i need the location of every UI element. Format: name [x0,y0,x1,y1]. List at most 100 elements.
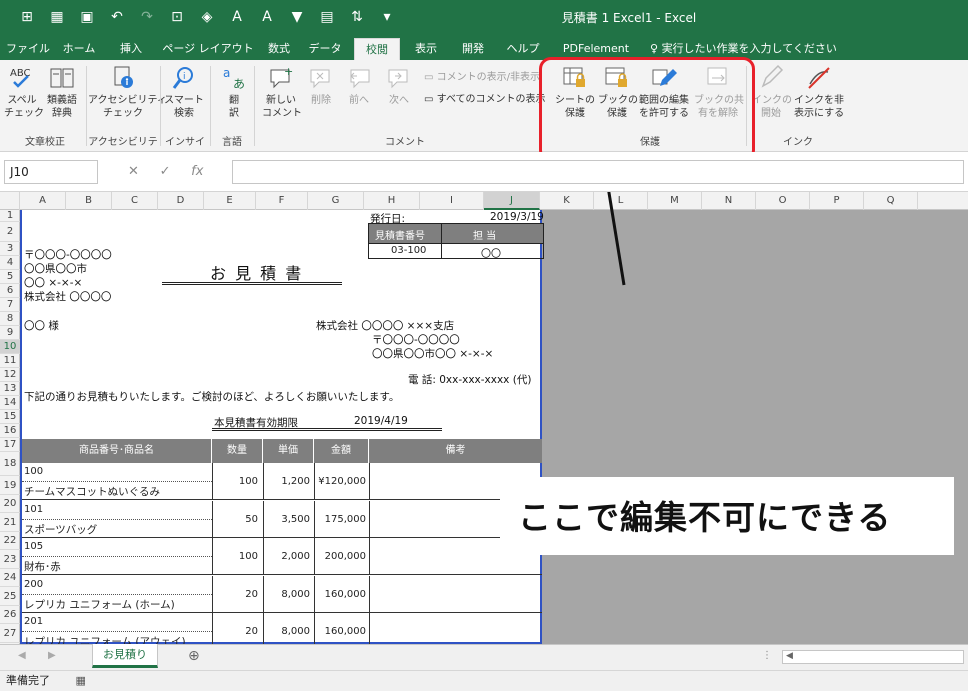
column-header-l[interactable]: L [594,192,648,210]
row-header-9[interactable]: 9 [0,326,20,340]
column-header-b[interactable]: B [66,192,112,210]
show-all-comments-button[interactable]: ▭ すべてのコメントの表示 [424,90,546,105]
row-header-24[interactable]: 24 [0,569,20,587]
column-header-k[interactable]: K [540,192,594,210]
translate-button[interactable]: aあ 翻 訳 [218,64,250,120]
enter-icon[interactable]: ✓ [160,164,171,179]
tab-review[interactable]: 校閲 [354,38,400,60]
column-header-i[interactable]: I [420,192,484,210]
tab-data[interactable]: データ [304,38,346,60]
header-unit-price: 単価 [263,439,314,463]
row-header-5[interactable]: 5 [0,270,20,284]
svg-text:あ: あ [233,77,245,91]
item-amount: 160,000 [324,626,366,637]
row-header-25[interactable]: 25 [0,587,20,606]
delete-comment-button[interactable]: 削除 [304,64,338,107]
row-header-17[interactable]: 17 [0,438,20,452]
protect-group-highlight [539,57,755,162]
row-header-6[interactable]: 6 [0,284,20,298]
client-postal: 〒〇〇〇-〇〇〇〇 [24,249,112,261]
accessibility-icon [114,66,133,88]
row-header-7[interactable]: 7 [0,298,20,312]
column-header-c[interactable]: C [112,192,158,210]
column-header-d[interactable]: D [158,192,204,210]
insert-function-icon[interactable]: fx [191,164,203,179]
column-header-o[interactable]: O [756,192,810,210]
column-header-a[interactable]: A [20,192,66,210]
accessibility-check-button[interactable]: アクセシビリティ チェック [88,64,167,120]
start-inking-button[interactable]: インクの 開始 [752,64,792,120]
formula-input[interactable] [232,160,964,184]
column-header-m[interactable]: M [648,192,702,210]
tab-insert[interactable]: 挿入 [110,38,152,60]
tab-formulas[interactable]: 数式 [262,38,296,60]
column-header-g[interactable]: G [308,192,364,210]
row-header-12[interactable]: 12 [0,368,20,382]
row-header-14[interactable]: 14 [0,396,20,410]
row-header-27[interactable]: 27 [0,624,20,643]
column-header-f[interactable]: F [256,192,308,210]
horizontal-scrollbar[interactable]: ◀ [782,650,964,664]
name-box[interactable]: J10 [4,160,98,184]
row-header-10[interactable]: 10 [0,340,20,354]
window-title: 見積書 1 Excel1 - Excel [561,11,697,25]
row-header-21[interactable]: 21 [0,513,20,532]
row-header-19[interactable]: 19 [0,476,20,495]
row-header-22[interactable]: 22 [0,532,20,550]
select-all-corner[interactable] [0,192,20,210]
greeting: 下記の通りお見積もりいたします。ご検討のほど、よろしくお願いいたします。 [24,391,400,403]
row-header-11[interactable]: 11 [0,354,20,368]
macro-record-icon[interactable]: ▦ [76,674,86,687]
smart-lookup-button[interactable]: i スマート 検索 [164,64,204,120]
row-header-18[interactable]: 18 [0,452,20,476]
previous-comment-button[interactable]: 前へ [342,64,376,107]
spell-check-button[interactable]: ABC スペル チェック [4,64,44,120]
sheet-tab-estimate[interactable]: お見積り [92,644,158,668]
table-row: 101 スポーツバッグ 50 3,500 175,000 [22,500,542,538]
item-qty: 100 [238,551,258,562]
tab-view[interactable]: 表示 [408,38,444,60]
more-options-icon[interactable]: ⋮ [762,650,772,661]
column-header-q[interactable]: Q [864,192,918,210]
item-unit-price: 8,000 [281,626,310,637]
row-header-15[interactable]: 15 [0,410,20,424]
row-header-4[interactable]: 4 [0,256,20,270]
column-header-e[interactable]: E [204,192,256,210]
tab-page-layout[interactable]: ページ レイアウト [160,38,256,60]
next-sheet-icon[interactable]: ▶ [48,650,56,661]
header-qty: 数量 [212,439,263,463]
scroll-left-icon[interactable]: ◀ [786,651,793,661]
cell-divider [369,538,370,575]
column-header-n[interactable]: N [702,192,756,210]
tab-developer[interactable]: 開発 [452,38,494,60]
column-header-p[interactable]: P [810,192,864,210]
column-header-h[interactable]: H [364,192,420,210]
row-header-3[interactable]: 3 [0,242,20,256]
thesaurus-button[interactable]: 類義語 辞典 [44,64,80,120]
tab-help[interactable]: ヘルプ [500,38,546,60]
estimate-page: 発行日: 2019/3/19 見積書番号 担 当 03-100 〇〇 〒〇〇〇-… [20,210,544,644]
add-sheet-icon[interactable]: ⊕ [188,648,200,664]
person-label: 担 当 [473,231,497,242]
row-header-16[interactable]: 16 [0,424,20,438]
issue-date: 2019/3/19 [490,211,544,223]
column-header-j[interactable]: J [484,192,540,210]
tab-home[interactable]: ホーム [56,38,102,60]
row-header-1[interactable]: 1 [0,210,20,222]
worksheet[interactable]: ABCDEFGHIJKLMNOPQ 1 2 3 4 5 6 7 8 9 10 11 12 13 14 15 1… [0,192,968,644]
cancel-icon[interactable]: ✕ [128,164,139,179]
hide-ink-button[interactable]: インクを非 表示にする [794,64,844,120]
row-header-23[interactable]: 23 [0,550,20,569]
row-header-13[interactable]: 13 [0,382,20,396]
row-header-8[interactable]: 8 [0,312,20,326]
cell-divider [314,463,315,500]
row-header-26[interactable]: 26 [0,606,20,624]
tab-file[interactable]: ファイル [6,38,50,60]
show-hide-comment-button[interactable]: ▭ コメントの表示/非表示 [424,68,540,83]
translate-icon: aあ [223,66,245,91]
row-header-20[interactable]: 20 [0,495,20,513]
row-header-2[interactable]: 2 [0,222,20,242]
next-comment-button[interactable]: 次へ [382,64,416,107]
new-comment-button[interactable]: + 新しい コメント [262,64,302,120]
prev-sheet-icon[interactable]: ◀ [18,650,26,661]
